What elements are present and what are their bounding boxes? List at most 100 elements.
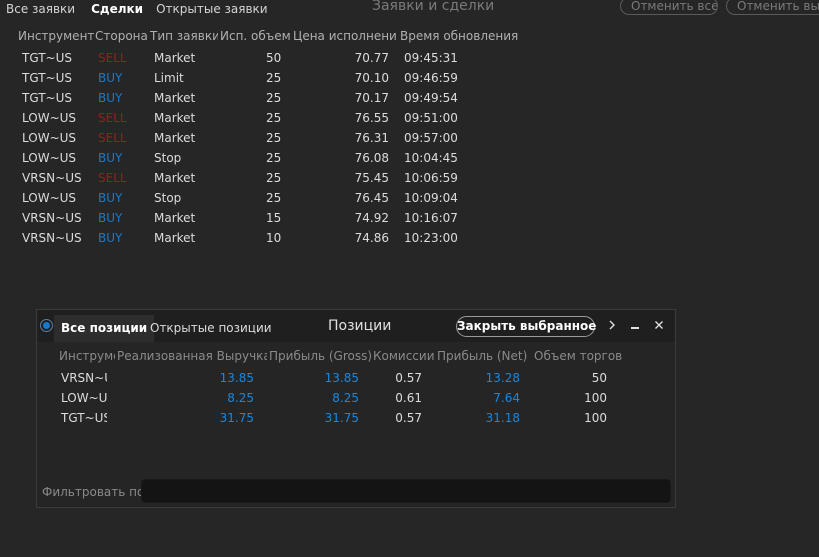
positions-table-body: VRSN~US 13.85 13.85 0.57 13.28 50 LOW~US 8.25 8.… — [37, 369, 675, 429]
cell-side: BUY — [98, 151, 123, 165]
close-selected-button[interactable]: Закрыть выбранное — [456, 316, 596, 337]
table-row[interactable]: TGT~US BUY Limit 25 70.10 09:46:59 — [0, 69, 819, 89]
cell-net-profit: 31.18 — [485, 411, 520, 425]
positions-window-title: Позиции — [328, 318, 392, 334]
table-row[interactable]: TGT~US BUY Market 25 70.17 09:49:54 — [0, 89, 819, 109]
cell-fill-price: 74.86 — [354, 231, 389, 245]
col-header-filled-qty[interactable]: Исп. объем⋮ — [220, 28, 290, 44]
table-row[interactable]: LOW~US SELL Market 25 76.55 09:51:00 — [0, 109, 819, 129]
table-row[interactable]: TGT~US SELL Market 50 70.77 09:45:31 — [0, 49, 819, 69]
col-header-instrument[interactable]: Инструмент⋮ — [18, 28, 94, 44]
cell-gross-profit: 13.85 — [324, 371, 359, 385]
cell-net-profit: 13.28 — [485, 371, 520, 385]
cell-order-type: Market — [154, 231, 196, 245]
positions-titlebar[interactable]: Все позиции Открытые позиции Позиции Зак… — [37, 310, 675, 342]
filter-label: Фильтровать по — [42, 485, 145, 499]
cell-fill-price: 76.08 — [354, 151, 389, 165]
cell-fill-price: 75.45 — [354, 171, 389, 185]
cell-filled-qty: 50 — [266, 51, 282, 65]
col-header-realized-revenue[interactable]: Реализованная Выручка⋮ — [117, 348, 267, 364]
cell-order-type: Market — [154, 171, 196, 185]
chevron-right-icon[interactable] — [604, 317, 620, 333]
cell-realized-revenue: 8.25 — [227, 391, 254, 405]
cell-side: BUY — [98, 231, 123, 245]
cell-order-type: Stop — [154, 191, 182, 205]
table-row[interactable]: VRSN~US BUY Market 15 74.92 10:16:07 — [0, 209, 819, 229]
cell-order-type: Market — [154, 91, 196, 105]
table-row[interactable]: LOW~US SELL Market 25 76.31 09:57:00 — [0, 129, 819, 149]
table-row[interactable]: VRSN~US 13.85 13.85 0.57 13.28 50 — [37, 369, 675, 389]
cell-update-time: 10:06:59 — [404, 171, 458, 185]
cell-instrument: TGT~US — [22, 71, 72, 85]
cell-instrument: TGT~US — [61, 411, 107, 425]
cell-filled-qty: 10 — [266, 231, 282, 245]
table-row[interactable]: LOW~US BUY Stop 25 76.45 10:09:04 — [0, 189, 819, 209]
minimize-icon[interactable] — [627, 317, 643, 333]
cell-side: BUY — [98, 211, 123, 225]
cell-update-time: 09:49:54 — [404, 91, 458, 105]
cell-fill-price: 70.17 — [354, 91, 389, 105]
tab-open-positions[interactable]: Открытые позиции — [143, 315, 279, 342]
cell-realized-revenue: 13.85 — [219, 371, 254, 385]
cell-fill-price: 74.92 — [354, 211, 389, 225]
cell-side: SELL — [98, 131, 127, 145]
cell-fill-price: 76.31 — [354, 131, 389, 145]
link-indicator-icon[interactable] — [43, 322, 50, 329]
col-header-side[interactable]: Сторона⋮ — [95, 28, 149, 44]
cell-instrument: TGT~US — [22, 91, 72, 105]
cell-filled-qty: 25 — [266, 91, 282, 105]
cell-net-profit: 7.64 — [493, 391, 520, 405]
col-header-instrument[interactable]: Инструмент — [59, 348, 115, 364]
col-header-order-type[interactable]: Тип заявки⋮ — [150, 28, 218, 44]
cell-fill-price: 70.77 — [354, 51, 389, 65]
cancel-all-button[interactable]: Отменить все — [620, 0, 718, 15]
col-header-net-profit[interactable]: Прибыль (Net)⋮ — [437, 348, 533, 364]
col-header-fill-price[interactable]: Цена исполнения⋮ — [293, 28, 397, 44]
cell-update-time: 10:23:00 — [404, 231, 458, 245]
orders-tab-bar: Все заявки Сделки Открытые заявки — [0, 0, 274, 18]
col-header-update-time[interactable]: Время обновления⋮ — [400, 28, 520, 44]
cell-update-time: 10:09:04 — [404, 191, 458, 205]
col-header-commission[interactable]: Комиссии⋮ — [373, 348, 435, 364]
col-header-gross-profit[interactable]: Прибыль (Gross)⋮ — [269, 348, 371, 364]
cell-filled-qty: 25 — [266, 151, 282, 165]
cell-side: BUY — [98, 91, 123, 105]
cell-filled-qty: 25 — [266, 171, 282, 185]
cell-update-time: 09:45:31 — [404, 51, 458, 65]
cell-update-time: 09:57:00 — [404, 131, 458, 145]
cell-instrument: LOW~US — [22, 111, 77, 125]
cell-instrument: LOW~US — [22, 191, 77, 205]
cell-instrument: LOW~US — [61, 391, 107, 405]
cell-order-type: Market — [154, 131, 196, 145]
cell-gross-profit: 8.25 — [332, 391, 359, 405]
table-row[interactable]: LOW~US 8.25 8.25 0.61 7.64 100 — [37, 389, 675, 409]
positions-table-header: Инструмент Реализованная Выручка⋮ Прибыл… — [37, 348, 675, 364]
cell-side: SELL — [98, 171, 127, 185]
cell-order-type: Market — [154, 51, 196, 65]
tab-all-positions[interactable]: Все позиции — [54, 315, 155, 342]
table-row[interactable]: VRSN~US SELL Market 25 75.45 10:06:59 — [0, 169, 819, 189]
col-header-volume[interactable]: Объем торгов⋮ — [534, 348, 622, 364]
trades-table-body: TGT~US SELL Market 50 70.77 09:45:31 TGT~US BUY… — [0, 49, 819, 249]
cell-instrument: VRSN~US — [22, 231, 82, 245]
cell-filled-qty: 25 — [266, 191, 282, 205]
tab-trades[interactable]: Сделки — [81, 2, 150, 16]
cell-instrument: VRSN~US — [61, 371, 107, 385]
cell-update-time: 09:46:59 — [404, 71, 458, 85]
tab-open-orders[interactable]: Открытые заявки — [150, 2, 274, 16]
cell-side: SELL — [98, 51, 127, 65]
cell-instrument: LOW~US — [22, 131, 77, 145]
cell-volume: 100 — [584, 391, 607, 405]
cancel-selected-button[interactable]: Отменить выбранное — [726, 0, 819, 15]
cell-update-time: 09:51:00 — [404, 111, 458, 125]
cell-volume: 50 — [591, 371, 607, 385]
close-icon[interactable] — [651, 317, 667, 333]
cell-filled-qty: 25 — [266, 131, 282, 145]
positions-window: Все позиции Открытые позиции Позиции Зак… — [36, 309, 676, 508]
table-row[interactable]: LOW~US BUY Stop 25 76.08 10:04:45 — [0, 149, 819, 169]
table-row[interactable]: VRSN~US BUY Market 10 74.86 10:23:00 — [0, 229, 819, 249]
table-row[interactable]: TGT~US 31.75 31.75 0.57 31.18 100 — [37, 409, 675, 429]
tab-all-orders[interactable]: Все заявки — [0, 2, 81, 16]
cell-commission: 0.57 — [395, 371, 422, 385]
filter-input[interactable] — [141, 479, 671, 503]
